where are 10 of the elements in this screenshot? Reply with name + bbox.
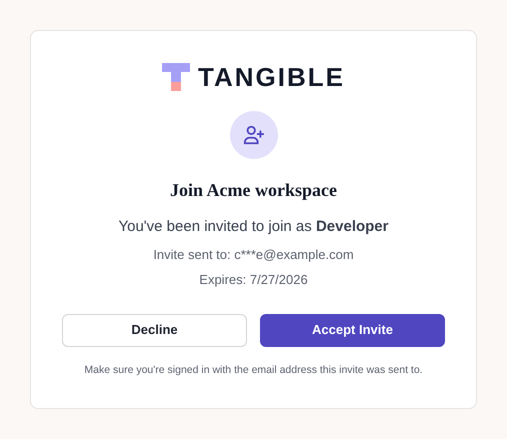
add-user-icon (230, 111, 278, 159)
invite-title: Join Acme workspace (170, 179, 337, 202)
logo-icon (162, 63, 190, 91)
invite-detail: Invite sent to: c***e@example.com (153, 246, 354, 264)
decline-button[interactable]: Decline (62, 314, 247, 346)
invite-message: You've been invited to join as Developer (118, 217, 388, 237)
logo-wordmark: TANGIBLE (198, 64, 345, 90)
accept-button[interactable]: Accept Invite (260, 314, 445, 346)
invite-detail: Expires: 7/27/2026 (199, 271, 308, 289)
signin-note: Make sure you're signed in with the email address this invite was sent to. (84, 362, 423, 378)
